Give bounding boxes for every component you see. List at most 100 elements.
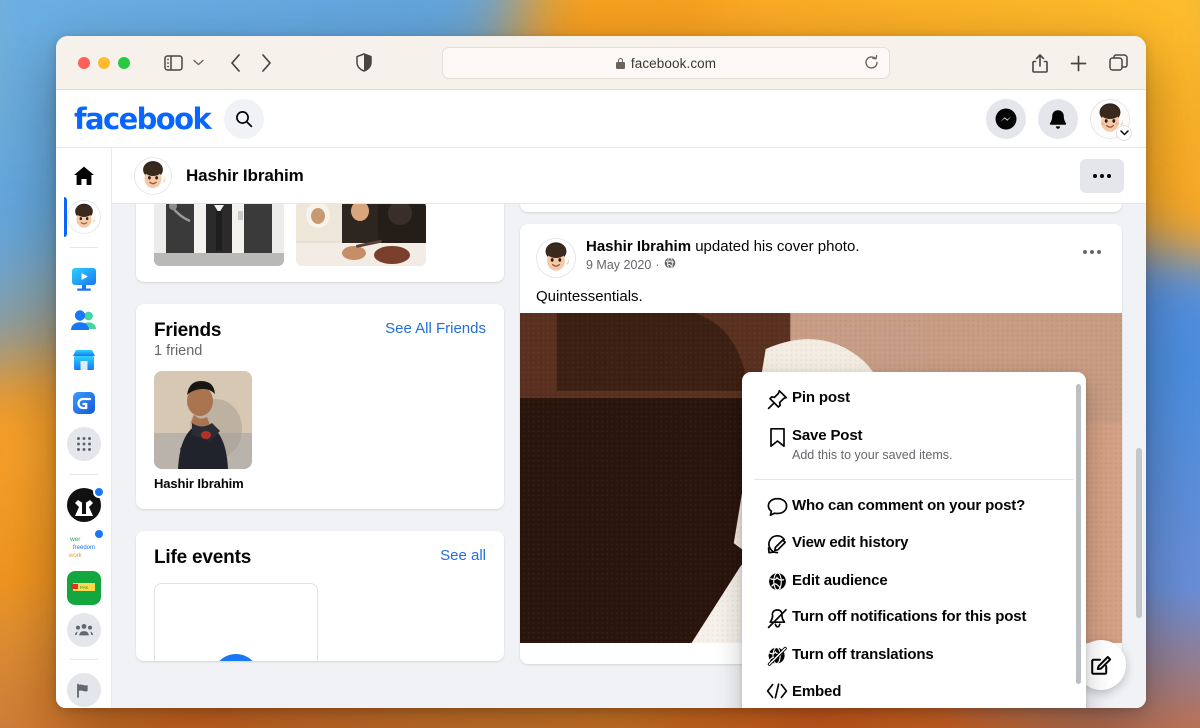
menu-item-texts: Pin post <box>792 388 850 408</box>
friend-photo <box>154 371 252 469</box>
post-options-menu: Pin post Save Post Add this to your save… <box>742 372 1086 708</box>
menu-item-texts: Save Post Add this to your saved items. <box>792 426 953 463</box>
groups-icon <box>74 623 93 636</box>
left-column: Friends 1 friend See All Friends Hashir … <box>136 194 504 708</box>
plus-icon[interactable] <box>1070 55 1087 72</box>
left-navigation-rail: wer freedom work PAK <box>56 148 112 708</box>
photo-thumbnail[interactable] <box>296 201 426 266</box>
privacy-shield-icon[interactable] <box>356 53 372 72</box>
post-meta: Hashir Ibrahim updated his cover photo. … <box>586 238 859 278</box>
comment-bubble-icon <box>762 496 792 517</box>
navigation-arrows <box>230 53 272 72</box>
pin-icon <box>762 388 792 410</box>
audience-globe-icon <box>762 571 792 591</box>
separator: · <box>655 257 660 272</box>
sidebar-shortcut-1[interactable] <box>64 486 105 523</box>
post-header: Hashir Ibrahim updated his cover photo. … <box>520 224 1122 278</box>
page-scrollbar[interactable] <box>1136 448 1142 618</box>
grid-dots-icon <box>76 437 91 452</box>
unread-badge <box>92 527 105 540</box>
friends-card-titles: Friends 1 friend <box>154 320 221 359</box>
unread-badge <box>92 486 105 499</box>
back-arrow-icon[interactable] <box>230 53 241 72</box>
forward-arrow-icon[interactable] <box>261 53 272 72</box>
facebook-page: facebook wer freedom work PAK Hashir Ibr… <box>56 90 1146 708</box>
sidebar-item-groups[interactable] <box>64 612 104 648</box>
menu-item-embed[interactable]: Embed <box>750 674 1078 708</box>
see-all-friends-link[interactable]: See All Friends <box>385 320 486 337</box>
search-icon[interactable] <box>224 98 265 139</box>
sidebar-item-profile[interactable] <box>63 197 104 238</box>
post-author-avatar[interactable] <box>536 238 576 278</box>
friend-name: Hashir Ibrahim <box>154 476 244 491</box>
svg-text:wer: wer <box>69 536 81 543</box>
sidebar-shortcut-2[interactable]: wer freedom work <box>64 527 105 565</box>
post-author-name[interactable]: Hashir Ibrahim <box>586 238 691 255</box>
rail-divider <box>69 474 98 476</box>
post-options-button[interactable] <box>1076 236 1108 268</box>
edit-history-icon <box>762 533 792 555</box>
life-event-icon <box>213 654 259 661</box>
sidebar-item-video[interactable] <box>64 260 104 296</box>
menu-item-label: Pin post <box>792 389 850 406</box>
sidebar-toggle-icon[interactable] <box>164 54 183 71</box>
life-events-card: Life events See all <box>136 531 504 661</box>
menu-item-label: Who can comment on your post? <box>792 497 1026 514</box>
menu-item-view-edit-history[interactable]: View edit history <box>750 525 1078 563</box>
menu-item-save-post[interactable]: Save Post Add this to your saved items. <box>750 418 1078 471</box>
address-bar[interactable]: facebook.com <box>442 47 890 79</box>
menu-scrollbar[interactable] <box>1076 384 1081 684</box>
maximize-window-button[interactable] <box>118 56 130 69</box>
bell-icon[interactable] <box>1038 99 1078 139</box>
menu-item-label: Embed <box>792 683 842 700</box>
profile-header-bar: Hashir Ibrahim <box>112 148 1146 204</box>
messenger-icon[interactable] <box>986 99 1026 139</box>
profile-more-options-button[interactable] <box>1080 159 1124 193</box>
tab-overview-icon[interactable] <box>1109 54 1128 72</box>
chevron-down-icon[interactable] <box>1116 125 1132 141</box>
sidebar-item-home[interactable] <box>64 158 104 194</box>
friend-tile[interactable]: Hashir Ibrahim <box>154 371 252 491</box>
globe-icon[interactable] <box>664 257 676 272</box>
sidebar-dropdown-chevron-down-icon[interactable] <box>193 59 204 66</box>
menu-item-texts: View edit history <box>792 533 909 553</box>
dot <box>1107 174 1111 178</box>
life-events-title: Life events <box>154 547 252 568</box>
sidebar-item-pages[interactable] <box>64 672 104 708</box>
menu-item-texts: Edit audience <box>792 571 888 591</box>
sidebar-item-friends[interactable] <box>64 302 104 338</box>
friends-title: Friends <box>154 320 222 341</box>
sidebar-shortcut-3[interactable]: PAK <box>64 570 104 606</box>
sidebar-item-marketplace[interactable] <box>64 343 104 379</box>
menu-item-who-can-comment[interactable]: Who can comment on your post? <box>750 488 1078 525</box>
post-date[interactable]: 9 May 2020 <box>586 258 651 272</box>
menu-item-turn-off-translations[interactable]: Turn off translations <box>750 637 1078 674</box>
menu-item-label: Turn off notifications for this post <box>792 608 1027 625</box>
sidebar-item-see-more[interactable] <box>64 427 104 463</box>
account-avatar[interactable] <box>1090 99 1132 141</box>
share-icon[interactable] <box>1032 53 1048 73</box>
header-actions <box>986 99 1132 141</box>
globe-slash-icon <box>762 645 792 666</box>
facebook-logo[interactable]: facebook <box>74 102 212 136</box>
photo-thumbnail[interactable] <box>154 201 284 266</box>
lock-icon <box>615 57 625 69</box>
see-all-link[interactable]: See all <box>440 547 486 564</box>
menu-item-label: View edit history <box>792 534 909 551</box>
flag-icon <box>77 683 88 698</box>
reload-icon[interactable] <box>864 55 879 75</box>
menu-item-pin-post[interactable]: Pin post <box>750 380 1078 418</box>
post-timestamp-row: 9 May 2020 · <box>586 257 859 272</box>
menu-item-label: Edit audience <box>792 572 888 589</box>
safari-browser-window: facebook.com facebook wer freedom work P… <box>56 36 1146 708</box>
minimize-window-button[interactable] <box>98 56 110 69</box>
menu-item-edit-audience[interactable]: Edit audience <box>750 563 1078 599</box>
svg-text:PAK: PAK <box>80 585 89 590</box>
life-event-tile[interactable] <box>154 583 318 661</box>
profile-avatar[interactable] <box>134 156 172 195</box>
close-window-button[interactable] <box>78 56 90 69</box>
sidebar-item-gaming[interactable] <box>64 385 104 421</box>
menu-item-turn-off-notifications[interactable]: Turn off notifications for this post <box>750 599 1078 637</box>
dot <box>1093 174 1097 178</box>
compose-pencil-icon <box>1091 656 1112 675</box>
